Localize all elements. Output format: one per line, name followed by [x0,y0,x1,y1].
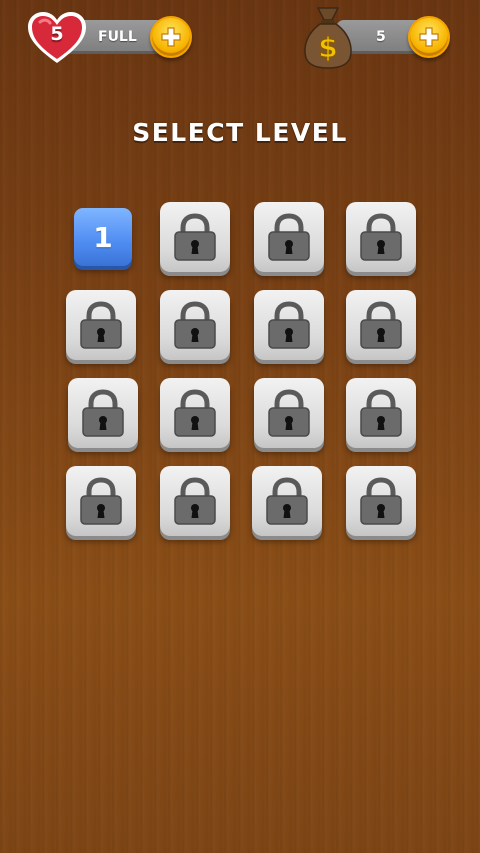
lock-icon [268,301,310,349]
page-title: SELECT LEVEL [132,118,348,147]
lock-icon [174,477,216,525]
lock-icon [360,213,402,261]
money-bag-icon: $ [304,7,352,69]
add-lives-button[interactable] [150,16,192,58]
level-button-11-locked[interactable] [254,378,324,448]
lock-icon [80,301,122,349]
level-button-14-locked[interactable] [160,466,230,536]
level-button-12-locked[interactable] [346,378,416,448]
lock-icon [360,477,402,525]
plus-icon [419,27,439,47]
level-button-5-locked[interactable] [66,290,136,360]
lives-status: FULL [98,29,137,45]
lock-icon [360,301,402,349]
lock-icon [266,477,308,525]
lock-icon [82,389,124,437]
add-coins-button[interactable] [408,16,450,58]
level-button-6-locked[interactable] [160,290,230,360]
level-button-1[interactable]: 1 [74,208,132,266]
lock-icon [360,389,402,437]
level-button-8-locked[interactable] [346,290,416,360]
level-button-16-locked[interactable] [346,466,416,536]
plus-icon [161,27,181,47]
lock-icon [80,477,122,525]
level-button-10-locked[interactable] [160,378,230,448]
level-button-9-locked[interactable] [68,378,138,448]
coins-count: 5 [376,29,386,45]
lock-icon [174,389,216,437]
level-button-7-locked[interactable] [254,290,324,360]
level-button-13-locked[interactable] [66,466,136,536]
level-button-2-locked[interactable] [160,202,230,272]
level-button-15-locked[interactable] [252,466,322,536]
level-button-3-locked[interactable] [254,202,324,272]
level-button-4-locked[interactable] [346,202,416,272]
svg-text:$: $ [318,31,337,64]
lives-count: 5 [50,23,64,45]
lock-icon [174,301,216,349]
lock-icon [268,213,310,261]
lock-icon [174,213,216,261]
lock-icon [268,389,310,437]
